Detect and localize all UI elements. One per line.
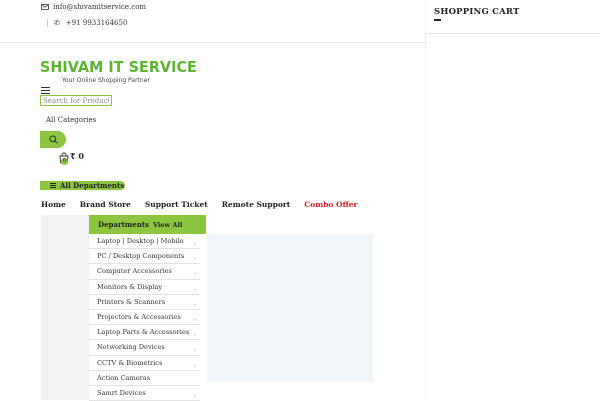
department-item[interactable]: Samrt Devices › bbox=[89, 386, 200, 401]
department-item[interactable]: Projectors & Accessories › bbox=[89, 310, 200, 326]
hamburger-line bbox=[41, 87, 50, 89]
content-background bbox=[41, 215, 89, 400]
envelope-icon bbox=[41, 4, 49, 10]
chevron-right-icon: › bbox=[194, 347, 196, 354]
search-icon bbox=[48, 135, 58, 144]
chevron-right-icon: › bbox=[194, 301, 196, 308]
department-label: PC / Desktop Components bbox=[97, 252, 185, 261]
shopping-cart-title: SHOPPING CART bbox=[434, 7, 520, 17]
hamburger-line bbox=[41, 92, 50, 94]
chevron-right-icon: › bbox=[194, 256, 196, 263]
search-input[interactable] bbox=[40, 95, 112, 106]
department-label: Samrt Devices bbox=[97, 388, 146, 397]
site-logo[interactable]: SHIVAM IT SERVICE Your Online Shopping P… bbox=[40, 58, 211, 84]
departments-title: Departments bbox=[98, 220, 149, 229]
nav-remote-support[interactable]: Remote Support bbox=[222, 200, 291, 209]
chevron-right-icon: › bbox=[194, 332, 196, 339]
search-button[interactable] bbox=[40, 131, 66, 148]
banner-area bbox=[207, 234, 373, 382]
email-text: info@shivamitservice.com bbox=[53, 3, 147, 11]
department-label: Laptop | Desktop | Mobile bbox=[97, 237, 184, 246]
chevron-right-icon: › bbox=[194, 362, 196, 369]
shopping-cart-panel bbox=[425, 0, 600, 400]
logo-name: SHIVAM IT SERVICE bbox=[40, 58, 197, 76]
chevron-right-icon: › bbox=[194, 286, 196, 293]
header-divider bbox=[0, 42, 425, 43]
department-label: Monitors & Display bbox=[97, 282, 163, 291]
department-item[interactable]: Action Cameras bbox=[89, 371, 200, 386]
all-departments-button[interactable]: All Departments bbox=[40, 181, 125, 190]
departments-list: Laptop | Desktop | Mobile › PC / Desktop … bbox=[89, 234, 200, 401]
department-item[interactable]: Printers & Scanners › bbox=[89, 295, 200, 310]
department-label: Projectors & Accessories bbox=[97, 313, 181, 322]
hamburger-line bbox=[41, 89, 50, 92]
logo-tagline: Your Online Shopping Partner bbox=[62, 77, 150, 84]
nav-combo-offer[interactable]: Combo Offer bbox=[304, 200, 357, 209]
cart-total[interactable]: ₹ 0 bbox=[70, 151, 84, 161]
phone-icon: ✆ bbox=[54, 19, 60, 27]
menu-hamburger-icon[interactable] bbox=[41, 87, 50, 94]
category-select[interactable]: All Categories bbox=[46, 116, 96, 124]
department-item[interactable]: Networking Devices › bbox=[89, 340, 200, 356]
topbar-email[interactable]: info@shivamitservice.com bbox=[41, 3, 146, 11]
main-nav: Home Brand Store Support Ticket Remote S… bbox=[41, 200, 371, 209]
department-label: CCTV & Biometrics bbox=[97, 358, 163, 367]
department-label: Action Cameras bbox=[97, 373, 151, 382]
department-label: Computer Accessories bbox=[97, 267, 172, 276]
divider bbox=[47, 19, 48, 27]
all-departments-label: All Departments bbox=[60, 181, 125, 190]
chevron-right-icon: › bbox=[194, 392, 196, 399]
cart-panel-divider bbox=[425, 33, 600, 34]
chevron-right-icon: › bbox=[194, 241, 196, 248]
topbar-phone[interactable]: ✆ +91 9933164650 bbox=[47, 19, 127, 27]
department-item[interactable]: Laptop Parts & Accessories › bbox=[89, 325, 200, 341]
nav-home[interactable]: Home bbox=[41, 200, 66, 209]
department-label: Networking Devices bbox=[97, 343, 165, 352]
departments-header: Departments View All bbox=[89, 215, 206, 234]
department-label: Laptop Parts & Accessories bbox=[97, 328, 190, 337]
chevron-right-icon: › bbox=[194, 317, 196, 324]
nav-brand-store[interactable]: Brand Store bbox=[80, 200, 131, 209]
cart-count-badge: 0 bbox=[61, 158, 68, 165]
title-underline bbox=[434, 19, 441, 21]
list-icon bbox=[50, 183, 56, 188]
department-item[interactable]: PC / Desktop Components › bbox=[89, 249, 200, 265]
view-all-link[interactable]: View All bbox=[153, 221, 182, 229]
phone-text: +91 9933164650 bbox=[65, 19, 128, 27]
nav-support-ticket[interactable]: Support Ticket bbox=[145, 200, 208, 209]
department-item[interactable]: Laptop | Desktop | Mobile › bbox=[89, 234, 200, 250]
chevron-right-icon: › bbox=[194, 271, 196, 278]
department-label: Printers & Scanners bbox=[97, 297, 166, 306]
department-item[interactable]: Computer Accessories › bbox=[89, 264, 200, 280]
department-item[interactable]: Monitors & Display › bbox=[89, 280, 200, 295]
department-item[interactable]: CCTV & Biometrics › bbox=[89, 356, 200, 371]
